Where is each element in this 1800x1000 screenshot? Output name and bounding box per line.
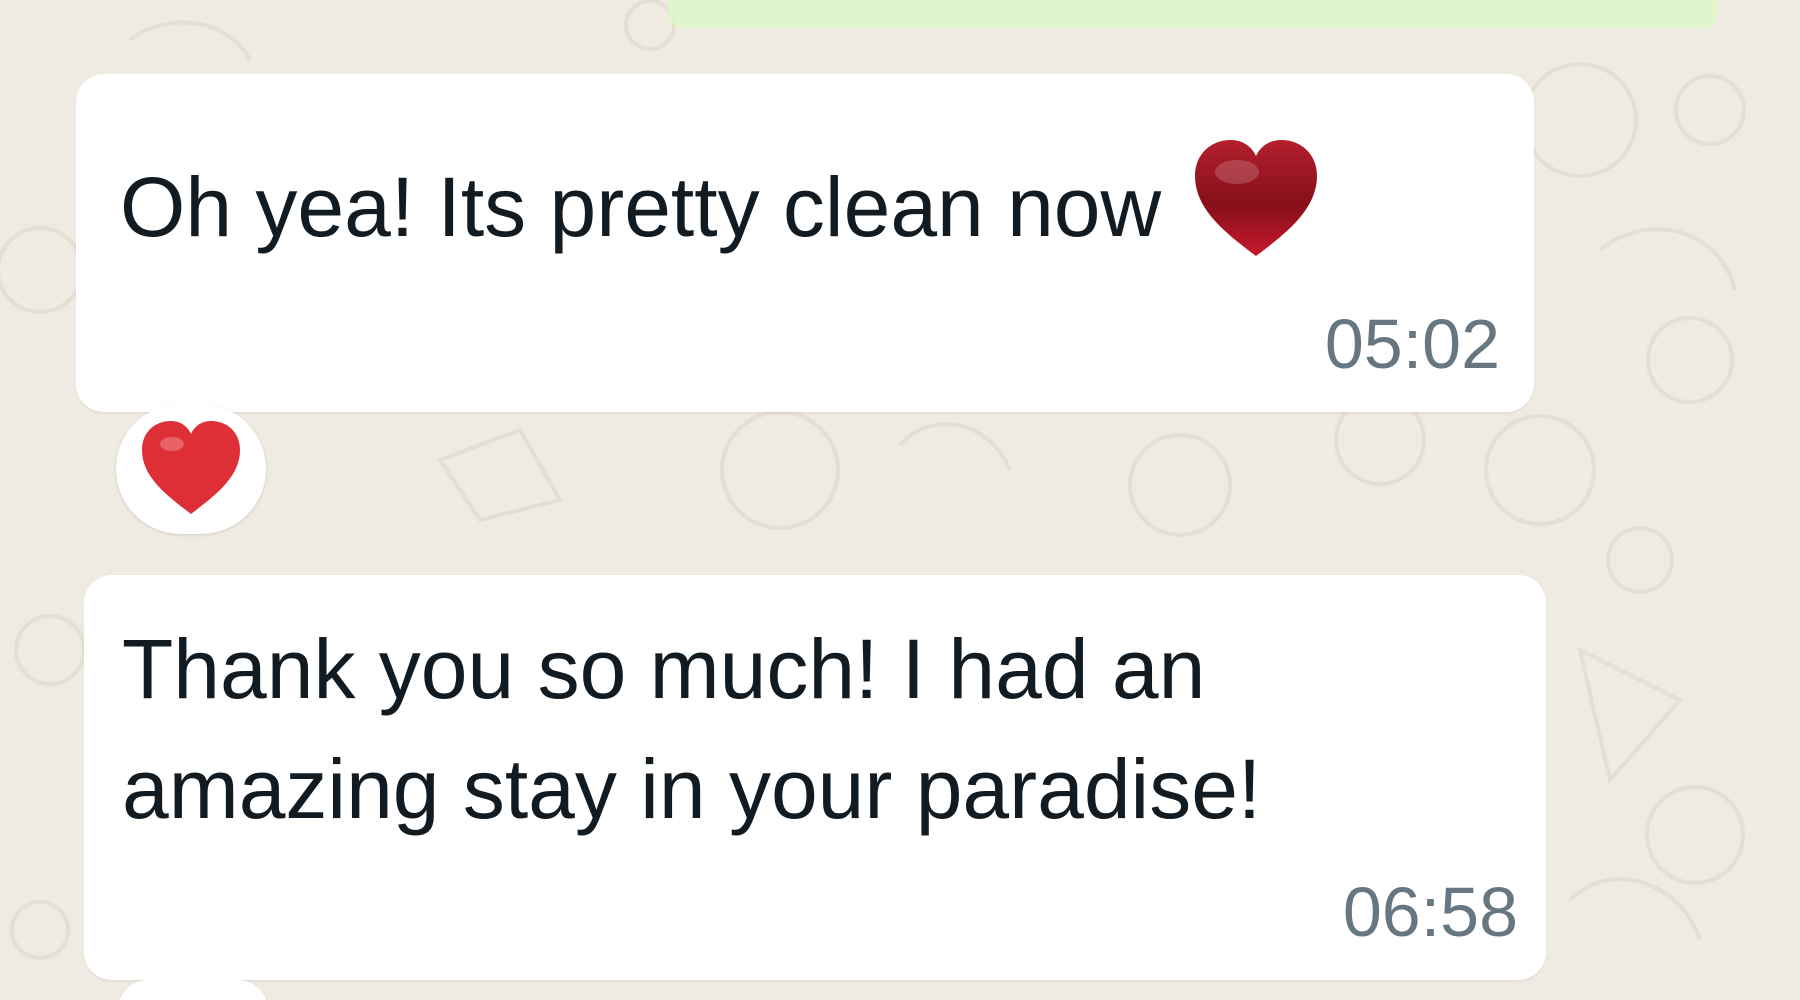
message-text: Thank you so much! I had an amazing stay… — [122, 622, 1262, 836]
reaction-badge[interactable] — [116, 404, 266, 534]
previous-outgoing-message[interactable] — [668, 0, 1718, 28]
message-bubble[interactable]: Thank you so much! I had an amazing stay… — [84, 575, 1546, 980]
message-text-content: Oh yea! Its pretty clean now — [120, 160, 1162, 254]
message-text: Oh yea! Its pretty clean now — [120, 134, 1327, 267]
message-timestamp: 06:58 — [1342, 873, 1518, 951]
chat-area[interactable]: Oh yea! Its pretty clean now 05:02 Thank… — [0, 0, 1800, 1000]
red-heart-icon — [142, 421, 240, 514]
message-timestamp: 05:02 — [1324, 305, 1500, 383]
red-heart-icon — [1185, 134, 1327, 264]
message-bubble[interactable]: Oh yea! Its pretty clean now 05:02 — [76, 74, 1534, 412]
reaction-badge-partial[interactable] — [118, 980, 268, 1000]
